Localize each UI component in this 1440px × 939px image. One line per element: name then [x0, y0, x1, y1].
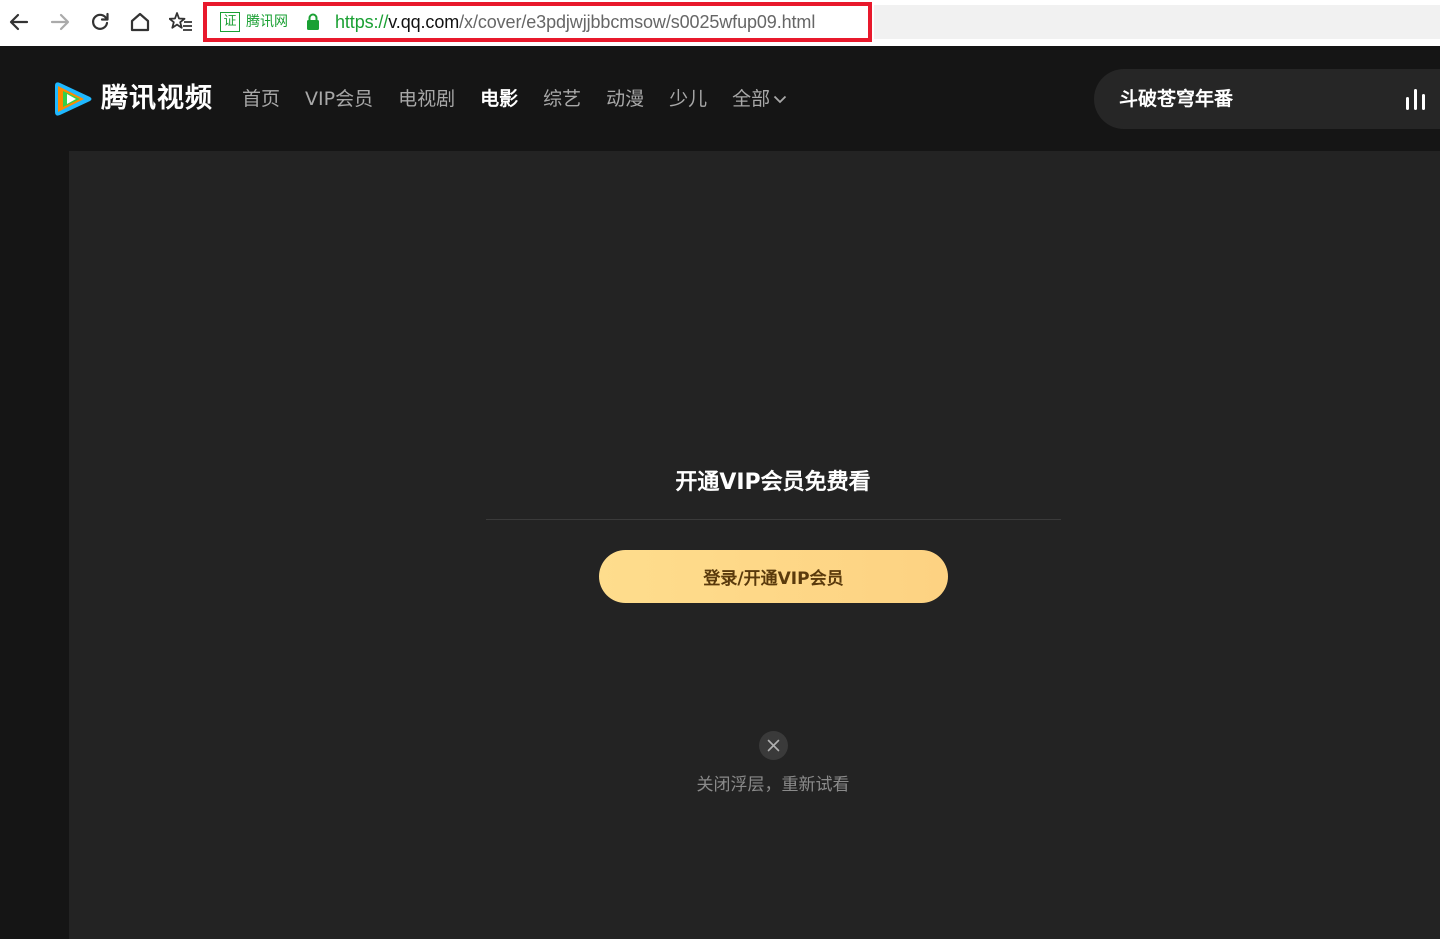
- arrow-left-icon: [9, 13, 29, 31]
- reload-icon: [92, 12, 109, 30]
- nav-item-all-label: 全部: [732, 88, 771, 110]
- close-icon: [767, 739, 780, 752]
- address-bar-background: [874, 5, 1440, 39]
- site-header: 腾讯视频 首页 VIP会员 电视剧 电影 综艺 动漫 少儿 全部 斗破苍穹年番: [0, 46, 1440, 151]
- divider: [486, 519, 1061, 520]
- nav-item-kids[interactable]: 少儿: [669, 84, 707, 114]
- login-vip-button-label: 登录/开通VIP会员: [703, 569, 844, 589]
- nav-item-tv[interactable]: 电视剧: [398, 84, 455, 114]
- login-vip-button[interactable]: 登录/开通VIP会员: [599, 550, 948, 603]
- home-icon: [130, 12, 150, 32]
- reload-button[interactable]: [85, 7, 115, 37]
- close-overlay-button[interactable]: [759, 731, 788, 760]
- star-list-icon: [169, 12, 192, 31]
- main-nav: 首页 VIP会员 电视剧 电影 综艺 动漫 少儿 全部: [242, 84, 812, 114]
- browser-toolbar: 证 腾讯网 https://v.qq.com/x/cover/e3pdjwjjb…: [0, 0, 1440, 46]
- nav-item-movie[interactable]: 电影: [480, 84, 518, 114]
- vip-prompt-title: 开通VIP会员免费看: [675, 470, 871, 495]
- nav-item-vip[interactable]: VIP会员: [305, 84, 373, 114]
- url-text[interactable]: https://v.qq.com/x/cover/e3pdjwjjbbcmsow…: [335, 8, 815, 36]
- chevron-down-icon: [774, 95, 787, 104]
- home-button[interactable]: [125, 7, 155, 37]
- url-path: /x/cover/e3pdjwjjbbcmsow/s0025wfup09.htm…: [459, 12, 816, 32]
- certificate-label[interactable]: 腾讯网: [246, 11, 288, 33]
- nav-item-home[interactable]: 首页: [242, 84, 280, 114]
- video-player: 开通VIP会员免费看 登录/开通VIP会员 关闭浮层，重新试看: [69, 151, 1440, 939]
- certificate-badge[interactable]: 证: [220, 12, 240, 32]
- favorites-button[interactable]: [166, 7, 196, 37]
- url-host: v.qq.com: [388, 12, 460, 32]
- search-input-text[interactable]: 斗破苍穹年番: [1119, 84, 1233, 114]
- back-button[interactable]: [4, 7, 34, 37]
- tencent-video-logo-icon[interactable]: [54, 81, 94, 117]
- arrow-right-icon: [50, 13, 70, 31]
- bar-chart-icon[interactable]: [1404, 88, 1430, 112]
- nav-item-all[interactable]: 全部: [732, 84, 787, 114]
- lock-icon: [307, 13, 319, 30]
- logo-text[interactable]: 腾讯视频: [101, 80, 213, 118]
- url-scheme: https://: [335, 12, 389, 32]
- nav-item-variety[interactable]: 综艺: [543, 84, 581, 114]
- nav-item-anime[interactable]: 动漫: [606, 84, 644, 114]
- forward-button[interactable]: [45, 7, 75, 37]
- search-box[interactable]: 斗破苍穹年番: [1094, 69, 1440, 129]
- close-overlay-caption[interactable]: 关闭浮层，重新试看: [69, 771, 1440, 799]
